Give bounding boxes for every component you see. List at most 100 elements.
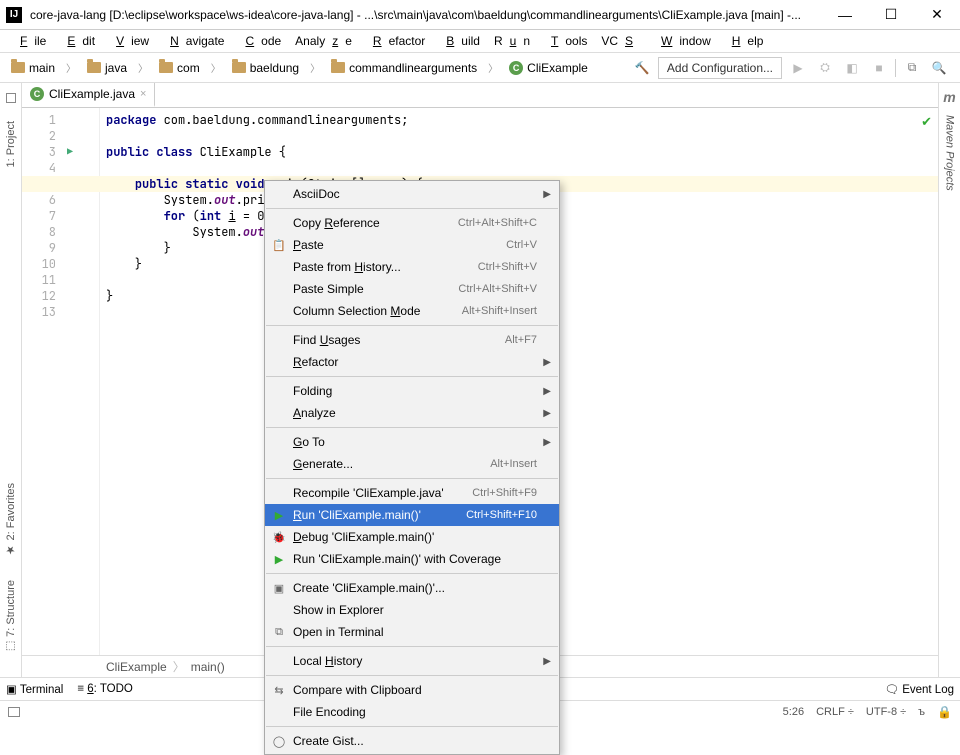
submenu-arrow-icon: ▶	[543, 189, 551, 200]
status-toggle-icon[interactable]	[8, 707, 20, 717]
menu-help[interactable]: Help	[718, 32, 771, 50]
ctx-item-icon: ◯	[271, 735, 287, 748]
submenu-arrow-icon: ▶	[543, 656, 551, 667]
ctx-column-selection-mode[interactable]: Column Selection ModeAlt+Shift+Insert	[265, 300, 559, 322]
maven-icon: m	[943, 89, 955, 105]
tool-project[interactable]: 1: Project	[5, 115, 17, 173]
ctx-run-cliexample-main-with-coverage[interactable]: ▶Run 'CliExample.main()' with Coverage	[265, 548, 559, 570]
folder-icon	[87, 62, 101, 73]
ctx-refactor[interactable]: Refactor▶	[265, 351, 559, 373]
ctx-folding[interactable]: Folding▶	[265, 380, 559, 402]
ctx-separator	[266, 573, 558, 574]
file-tab[interactable]: C CliExample.java ×	[22, 83, 155, 107]
ctx-shortcut: Ctrl+Alt+Shift+C	[458, 217, 537, 229]
breadcrumb-class[interactable]: CCliExample	[504, 57, 593, 79]
menu-refactor[interactable]: Refactor	[359, 32, 432, 50]
add-configuration-button[interactable]: Add Configuration...	[658, 57, 782, 79]
ctx-asciidoc[interactable]: AsciiDoc ▶	[265, 183, 559, 205]
ctx-create-cliexample-main[interactable]: ▣Create 'CliExample.main()'...	[265, 577, 559, 599]
folder-icon	[232, 62, 246, 73]
inspection-status-icon[interactable]: ✔	[921, 114, 932, 130]
ctx-compare-with-clipboard[interactable]: ⇆Compare with Clipboard	[265, 679, 559, 701]
ctx-item-label: Compare with Clipboard	[293, 683, 537, 697]
coverage-toolbar-button[interactable]: ◧	[841, 57, 863, 79]
ctx-recompile-cliexample-java[interactable]: Recompile 'CliExample.java'Ctrl+Shift+F9	[265, 482, 559, 504]
menu-run[interactable]: Run	[487, 32, 537, 50]
ctx-copy-reference[interactable]: Copy ReferenceCtrl+Alt+Shift+C	[265, 212, 559, 234]
ctx-run-cliexample-main[interactable]: ▶Run 'CliExample.main()'Ctrl+Shift+F10	[265, 504, 559, 526]
tool-event-log[interactable]: 🗨 Event Log	[884, 682, 954, 696]
ctx-go-to[interactable]: Go To▶	[265, 431, 559, 453]
ctx-open-in-terminal[interactable]: ⧉Open in Terminal	[265, 621, 559, 643]
minimize-button[interactable]: —	[822, 0, 868, 30]
tool-todo[interactable]: ≡ 6: TODO	[77, 683, 133, 695]
menu-code[interactable]: Code	[231, 32, 288, 50]
project-structure-button[interactable]: ⧉	[901, 57, 923, 79]
ctx-show-in-explorer[interactable]: Show in Explorer	[265, 599, 559, 621]
ctx-item-label: AsciiDoc	[293, 187, 537, 201]
debug-toolbar-button[interactable]: ⛭	[814, 57, 836, 79]
tool-terminal[interactable]: ▣ Terminal	[6, 682, 63, 696]
ctx-item-label: Column Selection Mode	[293, 304, 462, 318]
menu-analyze[interactable]: Analyze	[288, 32, 359, 50]
ctx-create-gist[interactable]: ◯Create Gist...	[265, 730, 559, 752]
status-line-sep[interactable]: CRLF ÷	[816, 706, 854, 718]
folder-icon	[11, 62, 25, 73]
close-button[interactable]: ✕	[914, 0, 960, 30]
ctx-item-label: Find Usages	[293, 333, 505, 347]
file-tab-label: CliExample.java	[49, 87, 135, 101]
ctx-item-label: Open in Terminal	[293, 625, 537, 639]
ctx-find-usages[interactable]: Find UsagesAlt+F7	[265, 329, 559, 351]
menu-view[interactable]: View	[102, 32, 156, 50]
submenu-arrow-icon: ▶	[543, 357, 551, 368]
tool-structure[interactable]: ⬚ 7: Structure	[4, 574, 17, 659]
navigation-bar: main 〉 java 〉 com 〉 baeldung 〉 commandli…	[0, 53, 960, 83]
ctx-separator	[266, 478, 558, 479]
ctx-file-encoding[interactable]: File Encoding	[265, 701, 559, 723]
ctx-item-label: Show in Explorer	[293, 603, 537, 617]
stop-toolbar-button[interactable]: ■	[868, 57, 890, 79]
ctx-separator	[266, 675, 558, 676]
maximize-button[interactable]: ☐	[868, 0, 914, 30]
status-caret-pos[interactable]: 5:26	[783, 706, 804, 718]
breadcrumb-cla[interactable]: commandlinearguments	[326, 57, 482, 79]
breadcrumb-main[interactable]: main	[6, 57, 60, 79]
build-button[interactable]: 🔨	[631, 57, 653, 79]
tool-favorites[interactable]: ★ 2: Favorites	[4, 477, 17, 563]
ctx-separator	[266, 208, 558, 209]
search-everywhere-button[interactable]: 🔍	[928, 57, 950, 79]
menu-file[interactable]: File	[6, 32, 53, 50]
close-tab-icon[interactable]: ×	[140, 88, 146, 100]
ctx-paste-simple[interactable]: Paste SimpleCtrl+Alt+Shift+V	[265, 278, 559, 300]
ctx-shortcut: Alt+Shift+Insert	[462, 305, 537, 317]
ctx-item-label: Local History	[293, 654, 537, 668]
ctx-paste-from-history[interactable]: Paste from History...Ctrl+Shift+V	[265, 256, 559, 278]
menu-window[interactable]: Window	[647, 32, 718, 50]
menu-build[interactable]: Build	[432, 32, 487, 50]
readonly-lock-icon[interactable]: 🔒	[937, 705, 952, 719]
left-tool-strip: 1: Project ★ 2: Favorites ⬚ 7: Structure	[0, 83, 22, 677]
ctx-paste[interactable]: 📋PasteCtrl+V	[265, 234, 559, 256]
breadcrumb-baeldung[interactable]: baeldung	[227, 57, 304, 79]
run-toolbar-button[interactable]: ▶	[787, 57, 809, 79]
menu-tools[interactable]: Tools	[537, 32, 594, 50]
ctx-generate[interactable]: Generate...Alt+Insert	[265, 453, 559, 475]
right-tool-strip: m Maven Projects	[938, 83, 960, 677]
ctx-local-history[interactable]: Local History ▶	[265, 650, 559, 672]
status-indent[interactable]: ъ	[918, 706, 925, 718]
ctx-separator	[266, 646, 558, 647]
ctx-analyze[interactable]: Analyze▶	[265, 402, 559, 424]
submenu-arrow-icon: ▶	[543, 408, 551, 419]
status-encoding[interactable]: UTF-8 ÷	[866, 706, 906, 718]
ctx-shortcut: Ctrl+V	[506, 239, 537, 251]
breadcrumb-java[interactable]: java	[82, 57, 132, 79]
tool-maven[interactable]: Maven Projects	[944, 109, 956, 197]
run-gutter-icon[interactable]: ▶	[67, 144, 73, 160]
menu-edit[interactable]: Edit	[53, 32, 102, 50]
menu-navigate[interactable]: Navigate	[156, 32, 231, 50]
ctx-debug-cliexample-main[interactable]: 🐞Debug 'CliExample.main()'	[265, 526, 559, 548]
ctx-item-icon: 🐞	[271, 531, 287, 544]
ctx-item-label: Run 'CliExample.main()' with Coverage	[293, 552, 537, 566]
menu-vcs[interactable]: VCS	[594, 32, 647, 50]
breadcrumb-com[interactable]: com	[154, 57, 205, 79]
